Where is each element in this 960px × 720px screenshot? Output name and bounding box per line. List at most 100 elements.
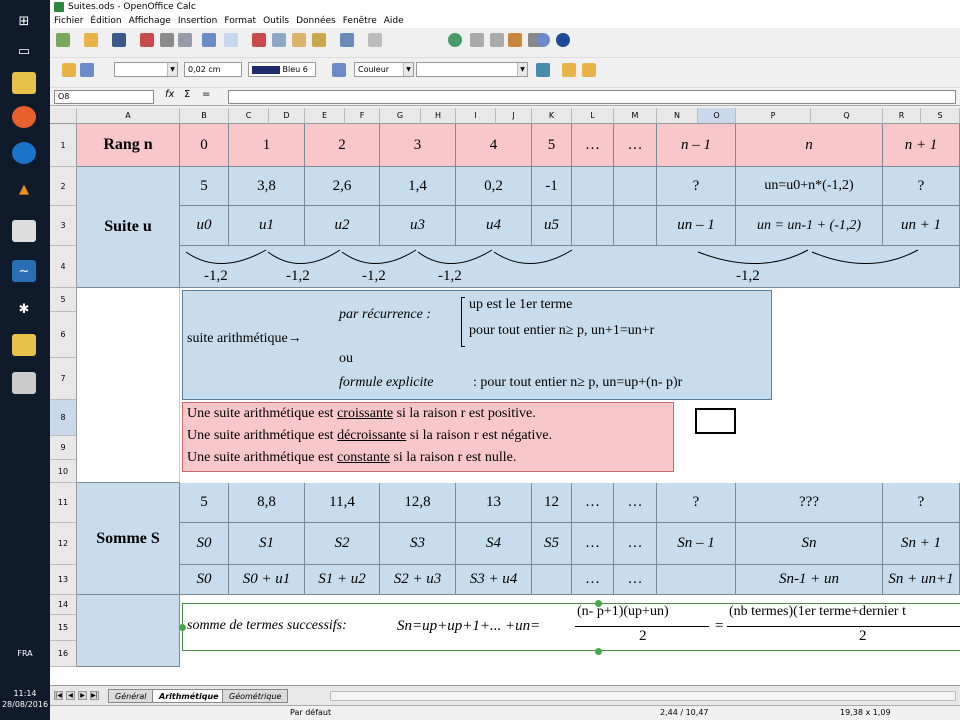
col-header-k[interactable]: K: [532, 108, 572, 124]
horizontal-scrollbar[interactable]: [330, 691, 956, 701]
menu-fenetre[interactable]: Fenêtre: [343, 14, 377, 28]
row-header-5[interactable]: 5: [50, 288, 77, 312]
cell-rang-2[interactable]: 2: [305, 124, 380, 167]
select-all-corner[interactable]: [50, 108, 77, 124]
cell-rang-4[interactable]: 4: [456, 124, 532, 167]
selection-handle[interactable]: [595, 600, 602, 607]
menu-format[interactable]: Format: [224, 14, 256, 28]
cell-sterm-n+1[interactable]: Sn + 1: [883, 523, 960, 565]
row-header-12[interactable]: 12: [50, 523, 77, 565]
col-header-r[interactable]: R: [883, 108, 921, 124]
menu-fichier[interactable]: Fichier: [54, 14, 83, 28]
prev-sheet-button[interactable]: ◀: [66, 691, 75, 700]
cell-sterm-6[interactable]: …: [572, 523, 614, 565]
sum-formula-box[interactable]: somme de termes successifs: Sn=up+up+1+.…: [179, 600, 960, 655]
cell-term-u5[interactable]: u5: [532, 206, 572, 246]
menu-affichage[interactable]: Affichage: [129, 14, 171, 28]
spellcheck-icon[interactable]: [202, 33, 216, 47]
anchor-icon[interactable]: [62, 63, 76, 77]
cell-u-1[interactable]: 3,8: [229, 167, 305, 206]
cell-u-0[interactable]: 5: [180, 167, 229, 206]
cell-rang-n-1[interactable]: n – 1: [657, 124, 736, 167]
row-header-6[interactable]: 6: [50, 312, 77, 358]
chart-icon[interactable]: [508, 33, 522, 47]
cell-rang-n[interactable]: n: [736, 124, 883, 167]
cell-u-5[interactable]: -1: [532, 167, 572, 206]
cell-srec-1[interactable]: S0 + u1: [229, 565, 305, 595]
copy-icon[interactable]: [272, 33, 286, 47]
col-header-f[interactable]: F: [345, 108, 380, 124]
cell-srec-6[interactable]: …: [572, 565, 614, 595]
row-header-8[interactable]: 8: [50, 400, 77, 436]
cell-term-u2[interactable]: u2: [305, 206, 380, 246]
cell-u-n+1[interactable]: ?: [883, 167, 960, 206]
print-icon[interactable]: [160, 33, 174, 47]
sort-descending-icon[interactable]: [490, 33, 504, 47]
row-header-13[interactable]: 13: [50, 565, 77, 595]
cell-srec-5[interactable]: [532, 565, 572, 595]
row-header-4[interactable]: 4: [50, 246, 77, 288]
help-icon[interactable]: [556, 33, 570, 47]
windows-start-icon[interactable]: ⊞: [12, 10, 36, 32]
cell-rang-5[interactable]: 5: [532, 124, 572, 167]
cell-s-7[interactable]: …: [614, 483, 657, 523]
col-header-i[interactable]: I: [456, 108, 496, 124]
browser-icon[interactable]: [12, 142, 36, 164]
cell-u-3[interactable]: 1,4: [380, 167, 456, 206]
row-header-7[interactable]: 7: [50, 358, 77, 400]
sum-icon[interactable]: Σ: [184, 89, 190, 100]
cell-srec-n+1[interactable]: Sn + un+1: [883, 565, 960, 595]
undo-icon[interactable]: [340, 33, 354, 47]
col-header-g[interactable]: G: [380, 108, 421, 124]
cell-srec-4[interactable]: S3 + u4: [456, 565, 532, 595]
cell-sterm-0[interactable]: S0: [180, 523, 229, 565]
monotonicity-rules-box[interactable]: Une suite arithmétique est croissante si…: [182, 402, 674, 472]
cell-rang-7[interactable]: …: [614, 124, 657, 167]
cell-term-6[interactable]: [572, 206, 614, 246]
send-back-icon[interactable]: [582, 63, 596, 77]
cell-rang-label[interactable]: Rang n: [77, 124, 180, 167]
col-header-e[interactable]: E: [305, 108, 345, 124]
task-view-icon[interactable]: ▭: [12, 40, 36, 62]
paste-icon[interactable]: [292, 33, 306, 47]
tab-general[interactable]: Général: [108, 689, 154, 703]
row-header-10[interactable]: 10: [50, 460, 77, 483]
name-box[interactable]: O8: [54, 90, 154, 104]
cell-term-un[interactable]: un = un-1 + (-1,2): [736, 206, 883, 246]
row-header-11[interactable]: 11: [50, 483, 77, 523]
selection-handle[interactable]: [179, 624, 186, 631]
cell-u-7[interactable]: [614, 167, 657, 206]
cell-s-n-1[interactable]: ?: [657, 483, 736, 523]
area-fill-select[interactable]: ▼: [416, 62, 528, 77]
cell-sterm-2[interactable]: S2: [305, 523, 380, 565]
redo-icon[interactable]: [368, 33, 382, 47]
formula-input[interactable]: [228, 90, 956, 104]
sort-ascending-icon[interactable]: [470, 33, 484, 47]
cell-s-n+1[interactable]: ?: [883, 483, 960, 523]
cell-rang-6[interactable]: …: [572, 124, 614, 167]
row-header-16[interactable]: 16: [50, 641, 77, 667]
cell-sterm-7[interactable]: …: [614, 523, 657, 565]
function-icon[interactable]: =: [202, 89, 210, 100]
pdf-icon[interactable]: [140, 33, 154, 47]
line-style-select[interactable]: ▼: [114, 62, 178, 77]
cell-term-u0[interactable]: u0: [180, 206, 229, 246]
area-style-select[interactable]: Couleur ▼: [354, 62, 414, 77]
cell-rang-0[interactable]: 0: [180, 124, 229, 167]
menu-insertion[interactable]: Insertion: [178, 14, 218, 28]
cell-somme-label[interactable]: Somme S: [77, 483, 180, 595]
col-header-h[interactable]: H: [421, 108, 456, 124]
col-header-n[interactable]: N: [657, 108, 698, 124]
find-icon[interactable]: [536, 33, 550, 47]
cut-icon[interactable]: [252, 33, 266, 47]
cell-suite-label[interactable]: Suite u: [77, 167, 180, 288]
app-icon[interactable]: [12, 220, 36, 242]
cell-s-5[interactable]: 12: [532, 483, 572, 523]
row-header-2[interactable]: 2: [50, 167, 77, 206]
col-header-b[interactable]: B: [180, 108, 229, 124]
save-icon[interactable]: [112, 33, 126, 47]
col-header-s[interactable]: S: [921, 108, 960, 124]
folder-icon[interactable]: [12, 334, 36, 356]
cell-term-un-1[interactable]: un – 1: [657, 206, 736, 246]
tab-geometrique[interactable]: Géométrique: [222, 689, 289, 703]
